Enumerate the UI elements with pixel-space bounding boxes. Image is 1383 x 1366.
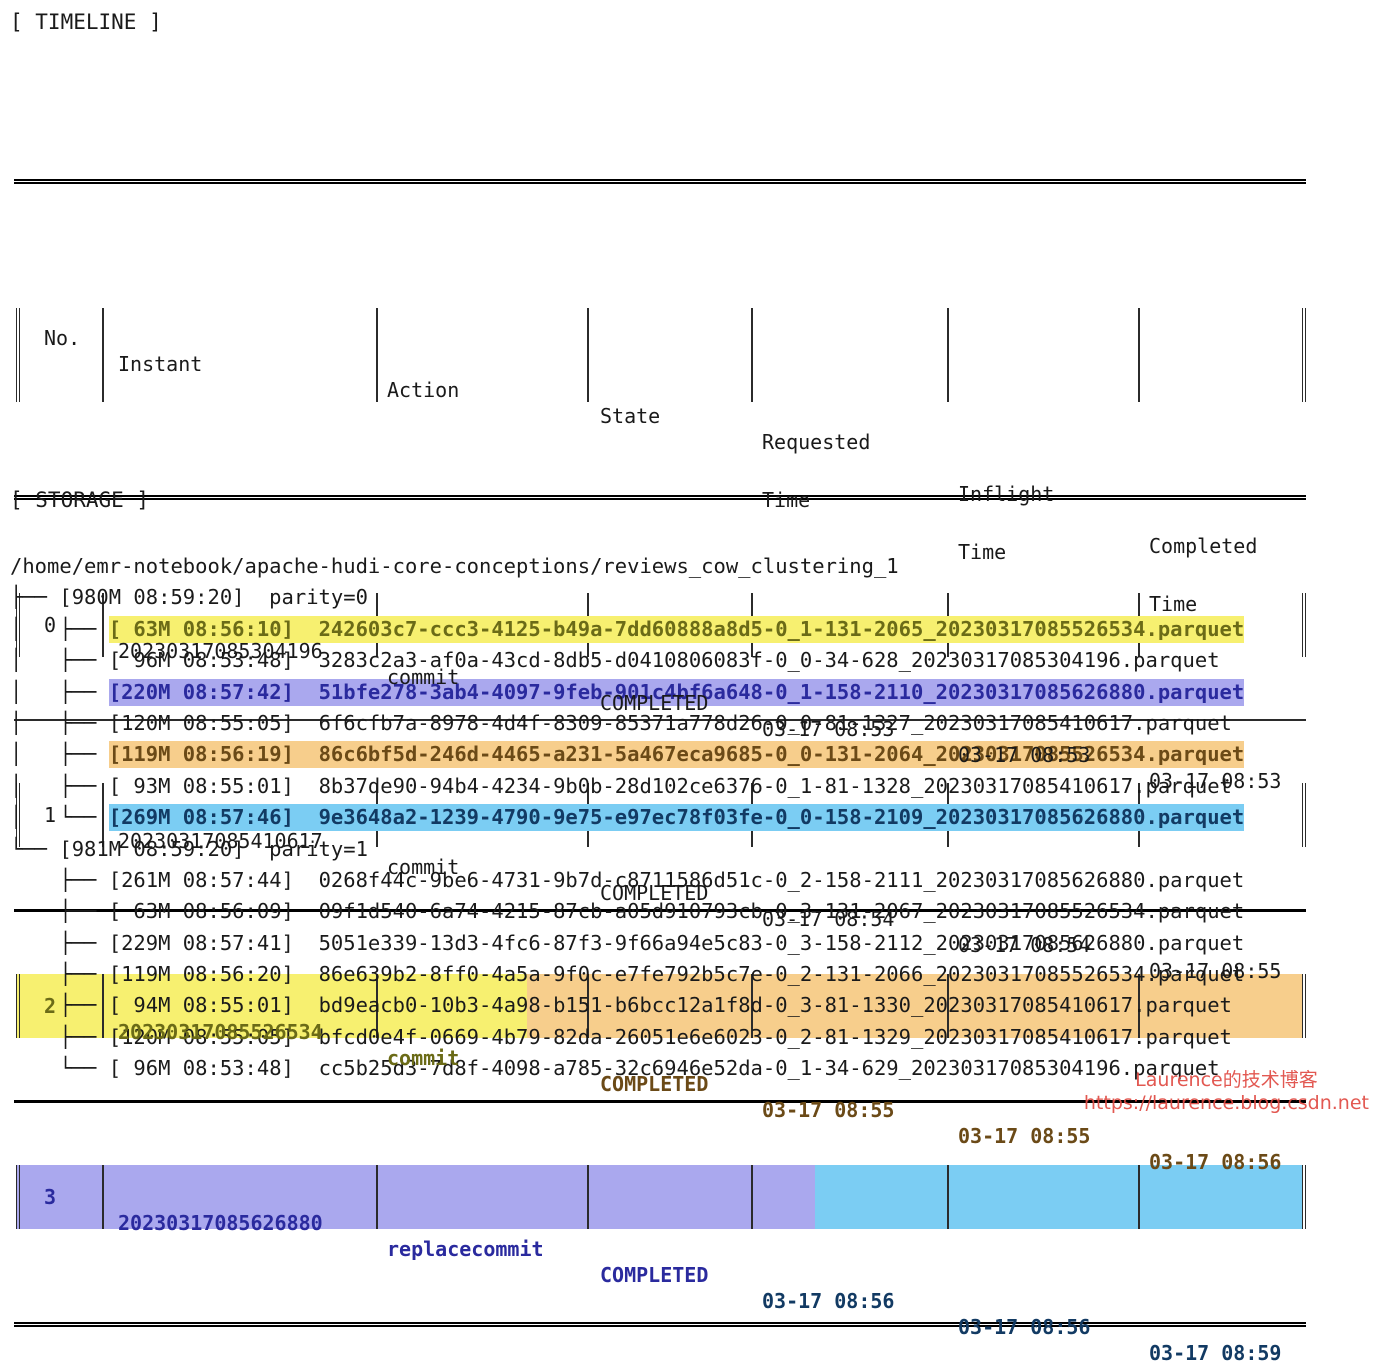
storage-group-row: ├── [980M 08:59:20] parity=0 [10, 582, 1244, 613]
tree-branch-icon: │ ├── [10, 648, 109, 673]
table-cell: COMPLETED [600, 1263, 709, 1287]
table-cell: 03-17 08:53 [1149, 769, 1282, 793]
table-cell: Instant [118, 352, 203, 376]
storage-file-row: ├── [119M 08:56:20] 86e639b2-8ff0-4a5a-9… [10, 959, 1244, 990]
table-cell: commit [387, 665, 460, 689]
storage-file-row: │ ├── [ 93M 08:55:01] 8b37de90-94b4-4234… [10, 771, 1244, 802]
tree-branch-icon: ├── [10, 867, 109, 892]
storage-file-entry: [ 93M 08:55:01] 8b37de90-94b4-4234-9b0b-… [108, 773, 1232, 798]
table-cell: No. [44, 326, 81, 350]
table-cell: State [600, 404, 661, 428]
table-row: 3 20230317085626880 replacecommit COMPLETED… [14, 1165, 1306, 1365]
table-cell: Requested [762, 430, 871, 454]
table-cell: 03-17 08:56 [762, 1289, 895, 1313]
table-top-border [14, 179, 1306, 184]
table-cell: commit [387, 855, 460, 879]
storage-root-path-text: /home/emr-notebook/apache-hudi-core-conc… [10, 554, 899, 578]
table-cell: 20230317085304196 [118, 639, 323, 663]
table-cell: 03-17 08:55 [1149, 959, 1282, 983]
tree-branch-icon: │ ├── [10, 710, 109, 735]
table-cell: 03-17 08:56 [1149, 1150, 1282, 1174]
tree-branch-icon: ├── [10, 930, 109, 955]
table-cell: 20230317085626880 [118, 1211, 323, 1235]
table-cell: 03-17 08:56 [958, 1315, 1091, 1339]
table-cell: 03-17 08:55 [762, 1098, 895, 1122]
column-separator [102, 308, 104, 402]
tree-branch-icon: │ ├── [10, 679, 109, 704]
column-separator [16, 1165, 20, 1229]
table-cell: 3 [44, 1185, 57, 1209]
table-cell: 1 [44, 803, 57, 827]
table-cell: 03-17 08:54 [762, 907, 895, 931]
column-separator [16, 308, 20, 402]
tree-branch-icon: ├── [10, 899, 109, 924]
table-cell: Completed [1149, 534, 1258, 558]
table-cell: 20230317085526534 [118, 1020, 323, 1044]
table-cell: COMPLETED [600, 881, 709, 905]
table-cell: replacecommit [387, 1237, 544, 1261]
storage-group-label: ├── [980M 08:59:20] parity=0 [10, 585, 368, 610]
table-cell: COMPLETED [600, 1072, 709, 1096]
tree-branch-icon: └── [10, 1056, 109, 1081]
tree-branch-icon: │ ├── [10, 773, 109, 798]
tree-branch-icon: ├── [10, 1024, 109, 1049]
timeline-section-title: [ TIMELINE ] [10, 10, 162, 34]
table-header-row: No. Instant Action State Requested Time Inflig… [14, 308, 1306, 616]
storage-section-title: [ STORAGE ] [10, 488, 150, 512]
storage-file-entry: [119M 08:56:20] 86e639b2-8ff0-4a5a-9f0c-… [108, 962, 1245, 987]
table-cell: 03-17 08:54 [958, 933, 1091, 957]
table-cell: 03-17 08:53 [762, 717, 895, 741]
table-cell: Inflight [958, 482, 1055, 506]
table-cell: 2 [44, 994, 57, 1018]
table-cell: 03-17 08:59 [1149, 1341, 1282, 1365]
table-cell: Action [387, 378, 460, 402]
table-cell: 03-17 08:53 [958, 743, 1091, 767]
table-cell: COMPLETED [600, 691, 709, 715]
tree-branch-icon: ├── [10, 962, 109, 987]
table-cell: 03-17 08:55 [958, 1124, 1091, 1148]
tree-branch-icon: │ ├── [10, 742, 109, 767]
table-cell: 0 [44, 613, 57, 637]
table-cell: commit [387, 1046, 460, 1070]
table-cell: 20230317085410617 [118, 829, 323, 853]
